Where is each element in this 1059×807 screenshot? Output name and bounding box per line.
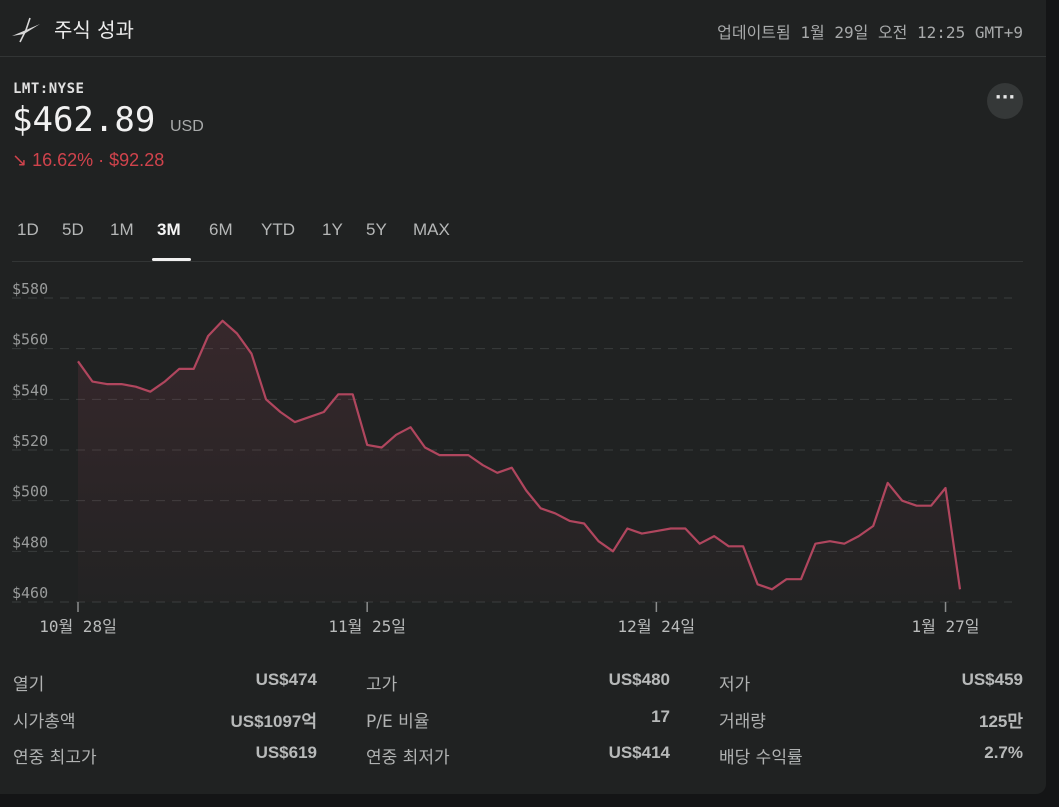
stat-pe-label: P/E 비율 bbox=[366, 712, 430, 732]
stat-high-value: US$480 bbox=[608, 670, 670, 689]
stats-grid: 열기 US$474 고가 US$480 저가 US$459 시가총액 US$10… bbox=[0, 670, 1046, 780]
stat-volume-label: 거래량 bbox=[719, 712, 766, 732]
y-tick-label: $460 bbox=[12, 584, 48, 602]
more-options-button[interactable]: ··· bbox=[987, 83, 1023, 119]
stat-market-cap-label: 시가총액 bbox=[13, 712, 76, 732]
tab-1m[interactable]: 1M bbox=[110, 220, 134, 260]
updated-timestamp: 업데이트됨 1월 29일 오전 12:25 GMT+9 bbox=[717, 23, 1023, 42]
y-tick-label: $500 bbox=[12, 483, 48, 501]
stat-pe-value: 17 bbox=[651, 707, 670, 726]
stat-low-value: US$459 bbox=[961, 670, 1023, 689]
tab-max[interactable]: MAX bbox=[413, 220, 450, 260]
tab-6m[interactable]: 6M bbox=[209, 220, 233, 260]
stats-row: 시가총액 US$1097억 P/E 비율 17 거래량 125만 bbox=[0, 707, 1046, 743]
stat-open-label: 열기 bbox=[13, 675, 45, 695]
current-price: $462.89 bbox=[12, 100, 156, 140]
stat-52w-high-value: US$619 bbox=[255, 743, 317, 762]
stat-52w-high-label: 연중 최고가 bbox=[13, 748, 97, 768]
stat-52w-low-label: 연중 최저가 bbox=[366, 748, 450, 768]
x-tick-label: 11월 25일 bbox=[328, 617, 406, 636]
tab-3m[interactable]: 3M bbox=[157, 220, 181, 260]
x-tick-label: 10월 28일 bbox=[39, 617, 117, 636]
stats-row: 열기 US$474 고가 US$480 저가 US$459 bbox=[0, 670, 1046, 706]
price-chart[interactable]: $580 $560 $540 $520 $500 $480 $460 10월 28일 11월 … bbox=[0, 262, 1046, 642]
stat-low-label: 저가 bbox=[719, 675, 751, 695]
stock-performance-card: 주식 성과 업데이트됨 1월 29일 오전 12:25 GMT+9 LMT:NY… bbox=[0, 0, 1046, 794]
price-change-text: 16.62% · $92.28 bbox=[32, 150, 165, 170]
tab-5d[interactable]: 5D bbox=[62, 220, 84, 260]
price-change: ↘ 16.62% · $92.28 bbox=[12, 150, 164, 171]
stat-market-cap-value: US$1097억 bbox=[230, 712, 317, 731]
stat-high-label: 고가 bbox=[366, 675, 398, 695]
stat-volume-value: 125만 bbox=[978, 712, 1023, 731]
stat-52w-low-value: US$414 bbox=[608, 743, 670, 762]
stat-open-value: US$474 bbox=[255, 670, 317, 689]
y-tick-label: $480 bbox=[12, 533, 48, 551]
stats-row: 연중 최고가 US$619 연중 최저가 US$414 배당 수익률 2.7% bbox=[0, 743, 1046, 779]
tab-ytd[interactable]: YTD bbox=[261, 220, 295, 260]
down-arrow-icon: ↘ bbox=[12, 150, 28, 170]
currency-label: USD bbox=[170, 118, 204, 135]
y-tick-label: $560 bbox=[12, 331, 48, 349]
x-tick-label: 1월 27일 bbox=[912, 617, 980, 636]
ticker-symbol: LMT:NYSE bbox=[13, 81, 85, 97]
tab-1d[interactable]: 1D bbox=[17, 220, 39, 260]
stat-dividend-value: 2.7% bbox=[984, 743, 1023, 762]
price-area-fill bbox=[78, 320, 960, 602]
tab-5y[interactable]: 5Y bbox=[366, 220, 387, 260]
tab-1y[interactable]: 1Y bbox=[322, 220, 343, 260]
card-title: 주식 성과 bbox=[54, 18, 134, 42]
y-tick-label: $540 bbox=[12, 381, 48, 399]
y-tick-label: $580 bbox=[12, 280, 48, 298]
y-tick-label: $520 bbox=[12, 432, 48, 450]
x-tick-label: 12월 24일 bbox=[618, 617, 696, 636]
stat-dividend-label: 배당 수익률 bbox=[719, 748, 803, 768]
card-header: 주식 성과 업데이트됨 1월 29일 오전 12:25 GMT+9 bbox=[0, 0, 1046, 57]
lockheed-star-logo-icon bbox=[12, 17, 40, 43]
